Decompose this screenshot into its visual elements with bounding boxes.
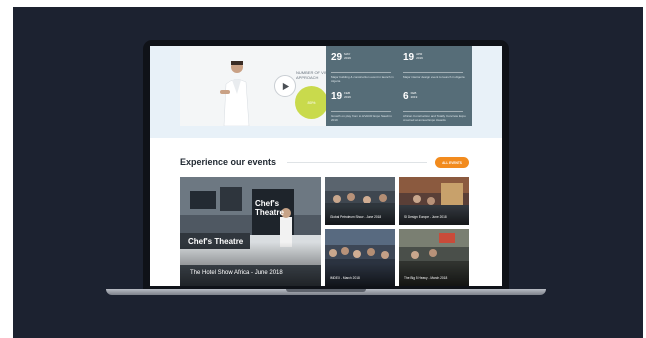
news-month: MAY 2019 (344, 52, 351, 60)
news-panel: 29 MAY 2019 Major building & construction… (326, 46, 472, 126)
news-month: APR 2019 (416, 52, 423, 60)
news-item[interactable]: 19 APR 2019 Major interior design event t… (403, 52, 469, 90)
news-desc: Major interior design event to launch in… (403, 75, 465, 79)
events-title: Experience our events (180, 157, 277, 167)
presenter-figure (220, 61, 250, 126)
caption-shade (180, 242, 321, 286)
title-divider (287, 162, 427, 163)
event-caption: Global Petroleum Show - June 2018 (330, 215, 382, 220)
news-divider (403, 72, 463, 73)
news-divider (331, 111, 391, 112)
news-month: FEB 2019 (344, 91, 351, 99)
event-caption: The Big 5 Heavy - March 2018 (404, 276, 448, 281)
visitor-bubble: 80% (295, 86, 328, 119)
news-item[interactable]: 6 FEB 2019 African Construction and Total… (403, 91, 469, 129)
hero-section: NUMBER OF VISITORS TO APPROACH 80% 29 MAY… (150, 46, 502, 138)
news-divider (403, 111, 463, 112)
play-button[interactable] (274, 75, 296, 97)
news-day: 29 (331, 52, 343, 63)
news-item[interactable]: 19 FEB 2019 Growth on play from to HVACR … (331, 91, 397, 129)
event-tile[interactable]: SI Design Europe - June 2018 (399, 177, 469, 225)
news-day: 6 (403, 91, 409, 102)
chef-theatre-sign: Chef's Theatre (255, 199, 284, 217)
caption-shade (399, 263, 469, 286)
laptop-notch (286, 289, 366, 292)
news-day: 19 (403, 52, 415, 63)
event-caption: IMDEX - March 2018 (330, 276, 360, 281)
video-panel[interactable]: NUMBER OF VISITORS TO APPROACH 80% (180, 46, 346, 126)
event-caption: The Hotel Show Africa - June 2018 (190, 270, 283, 276)
play-icon (282, 82, 289, 90)
news-item[interactable]: 29 MAY 2019 Major building & construction… (331, 52, 397, 90)
news-day: 19 (331, 91, 343, 102)
event-tile[interactable]: IMDEX - March 2018 (325, 229, 395, 286)
event-tile[interactable]: The Big 5 Heavy - March 2018 (399, 229, 469, 286)
event-tile[interactable]: Global Petroleum Show - June 2018 (325, 177, 395, 225)
news-divider (331, 72, 391, 73)
news-desc: Growth on play from to HVACR Expo Saudi … (331, 114, 392, 122)
news-month: FEB 2019 (410, 91, 418, 99)
laptop-screen: NUMBER OF VISITORS TO APPROACH 80% 29 MAY… (150, 46, 502, 286)
news-desc: African Construction and Totally Concret… (403, 114, 466, 122)
all-events-button[interactable]: ALL EVENTS (435, 157, 469, 168)
news-desc: Major building & construction event in l… (331, 75, 394, 83)
event-tile-featured[interactable]: Chef's Theatre Chef's Theatre The Hotel … (180, 177, 321, 286)
caption-shade (325, 263, 395, 286)
event-caption: SI Design Europe - June 2018 (404, 215, 447, 220)
